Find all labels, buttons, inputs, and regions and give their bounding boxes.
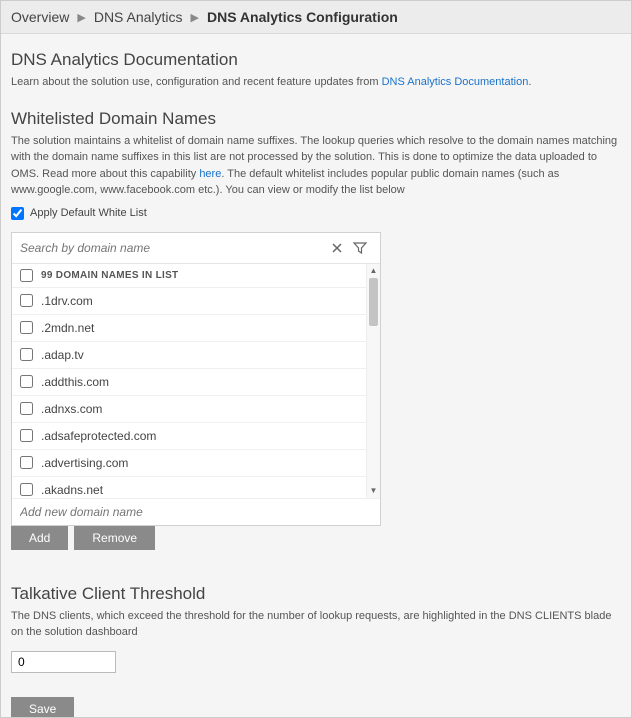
domain-checkbox[interactable]: [20, 348, 33, 361]
scroll-track[interactable]: [367, 278, 380, 484]
domain-checkbox[interactable]: [20, 321, 33, 334]
domain-row[interactable]: .adnxs.com: [12, 396, 366, 423]
domain-checkbox[interactable]: [20, 402, 33, 415]
scroll-up-icon[interactable]: ▲: [367, 264, 380, 278]
scroll-down-icon[interactable]: ▼: [367, 484, 380, 498]
whitelist-section-title: Whitelisted Domain Names: [11, 109, 621, 129]
remove-button[interactable]: Remove: [74, 526, 155, 550]
doc-desc-suffix: .: [528, 76, 531, 88]
domain-list: 99 DOMAIN NAMES IN LIST .1drv.com .2mdn.n…: [12, 264, 366, 498]
domain-row[interactable]: .advertising.com: [12, 450, 366, 477]
domain-checkbox[interactable]: [20, 375, 33, 388]
whitelist-here-link[interactable]: here: [199, 168, 221, 180]
domain-list-header: 99 DOMAIN NAMES IN LIST: [12, 264, 366, 288]
close-icon: [330, 241, 344, 255]
domain-row[interactable]: .1drv.com: [12, 288, 366, 315]
select-all-checkbox[interactable]: [20, 269, 33, 282]
add-domain-input[interactable]: [20, 505, 372, 519]
chevron-right-icon: ▶: [77, 11, 85, 24]
threshold-section-desc: The DNS clients, which exceed the thresh…: [11, 608, 621, 641]
whitelist-section-desc: The solution maintains a whitelist of do…: [11, 133, 621, 199]
threshold-section-title: Talkative Client Threshold: [11, 584, 621, 604]
doc-section-desc: Learn about the solution use, configurat…: [11, 74, 621, 91]
threshold-input[interactable]: [11, 651, 116, 673]
add-button[interactable]: Add: [11, 526, 68, 550]
scroll-thumb[interactable]: [369, 278, 378, 326]
domain-label: .adnxs.com: [41, 402, 102, 416]
apply-default-checkbox[interactable]: [11, 207, 24, 220]
domain-checkbox[interactable]: [20, 294, 33, 307]
filter-button[interactable]: [348, 238, 372, 258]
domain-label: .akadns.net: [41, 483, 103, 497]
clear-search-button[interactable]: [326, 239, 348, 257]
scrollbar[interactable]: ▲ ▼: [366, 264, 380, 498]
domain-list-box: 99 DOMAIN NAMES IN LIST .1drv.com .2mdn.n…: [11, 232, 381, 526]
domain-row[interactable]: .akadns.net: [12, 477, 366, 498]
domain-row[interactable]: .adap.tv: [12, 342, 366, 369]
doc-section-title: DNS Analytics Documentation: [11, 50, 621, 70]
doc-link[interactable]: DNS Analytics Documentation: [382, 76, 529, 88]
domain-row[interactable]: .adsafeprotected.com: [12, 423, 366, 450]
domain-label: .addthis.com: [41, 375, 109, 389]
doc-desc-text: Learn about the solution use, configurat…: [11, 76, 382, 88]
domain-label: .advertising.com: [41, 456, 128, 470]
chevron-right-icon: ▶: [191, 11, 199, 24]
domain-row[interactable]: .addthis.com: [12, 369, 366, 396]
breadcrumb-overview[interactable]: Overview: [11, 9, 69, 25]
domain-label: .1drv.com: [41, 294, 93, 308]
domain-label: .2mdn.net: [41, 321, 94, 335]
domain-label: .adsafeprotected.com: [41, 429, 156, 443]
save-button[interactable]: Save: [11, 697, 74, 718]
domain-checkbox[interactable]: [20, 429, 33, 442]
domain-label: .adap.tv: [41, 348, 84, 362]
domain-count-label: 99 DOMAIN NAMES IN LIST: [41, 270, 178, 281]
breadcrumb-current: DNS Analytics Configuration: [207, 9, 398, 25]
apply-default-label: Apply Default White List: [30, 207, 147, 219]
domain-row[interactable]: .2mdn.net: [12, 315, 366, 342]
breadcrumb-dns-analytics[interactable]: DNS Analytics: [94, 9, 183, 25]
filter-icon: [352, 240, 368, 256]
domain-checkbox[interactable]: [20, 456, 33, 469]
search-input[interactable]: [20, 237, 326, 259]
domain-checkbox[interactable]: [20, 483, 33, 496]
breadcrumb: Overview ▶ DNS Analytics ▶ DNS Analytics…: [1, 1, 631, 34]
